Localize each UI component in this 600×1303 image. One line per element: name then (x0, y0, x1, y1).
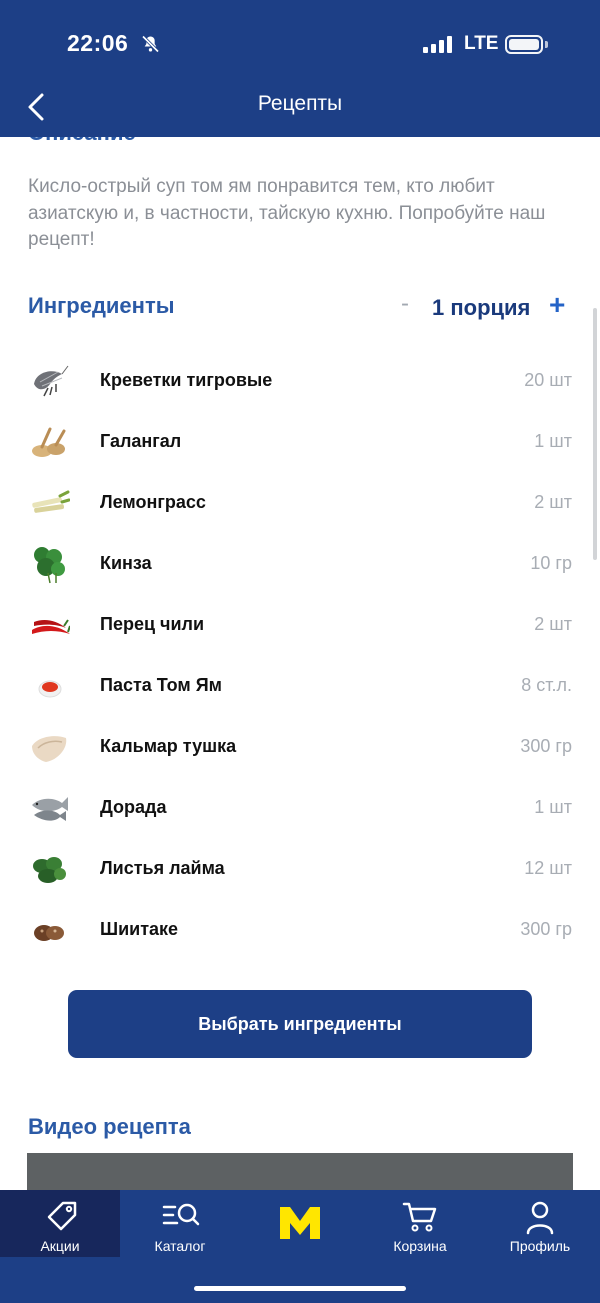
ingredient-name: Креветки тигровые (100, 370, 273, 390)
fish-icon (32, 797, 68, 821)
ingredient-name: Листья лайма (100, 858, 225, 878)
galangal-icon (32, 427, 66, 457)
ingredient-quantity: 1 шт (534, 431, 572, 451)
tab-label: Корзина (393, 1238, 447, 1254)
chili-icon (32, 619, 70, 634)
ingredient-row[interactable]: Кальмар тушка 300 гр (0, 716, 600, 777)
profile-icon (526, 1201, 554, 1235)
ingredient-name: Лемонграсс (100, 492, 206, 512)
ingredient-name: Паста Том Ям (100, 675, 222, 695)
ingredient-quantity: 300 гр (520, 919, 572, 939)
tab-catalog[interactable]: Каталог (120, 1190, 240, 1257)
battery-icon (505, 35, 543, 54)
ingredient-quantity: 12 шт (524, 858, 572, 878)
lemongrass-icon (32, 490, 70, 513)
ingredient-row[interactable]: Дорада 1 шт (0, 777, 600, 838)
ingredient-row[interactable]: Креветки тигровые 20 шт (0, 350, 600, 411)
lime-leaves-icon (33, 857, 66, 883)
scrollbar[interactable] (593, 308, 597, 560)
tab-label: Каталог (154, 1238, 206, 1254)
ingredient-name: Дорада (100, 797, 167, 817)
ingredient-row[interactable]: Лемонграсс 2 шт (0, 472, 600, 533)
squid-icon (32, 736, 67, 762)
ingredient-row[interactable]: Кинза 10 гр (0, 533, 600, 594)
ingredient-quantity: 10 гр (530, 553, 572, 573)
tab-label: Профиль (509, 1238, 571, 1254)
status-time: 22:06 (67, 30, 129, 56)
tab-profile[interactable]: Профиль (480, 1190, 600, 1257)
ingredient-quantity: 1 шт (534, 797, 572, 817)
ingredient-quantity: 300 гр (520, 736, 572, 756)
description-text: Кисло-острый суп том ям понравится тем, … (28, 176, 546, 250)
ingredient-quantity: 8 ст.л. (521, 675, 572, 695)
video-recipe-heading: Видео рецепта (28, 1114, 191, 1139)
ingredient-quantity: 2 шт (534, 614, 572, 634)
ingredient-row[interactable]: Галангал 1 шт (0, 411, 600, 472)
ingredient-name: Перец чили (100, 614, 205, 634)
ingredient-name: Кальмар тушка (100, 736, 237, 756)
battery-tip (545, 41, 548, 48)
home-indicator[interactable] (194, 1286, 406, 1291)
tab-label: Акции (40, 1238, 80, 1254)
cart-icon (402, 1202, 437, 1232)
ingredient-name: Шиитаке (100, 919, 179, 939)
ingredient-row[interactable]: Шиитаке 300 гр (0, 899, 600, 960)
recipe-content[interactable]: Описание Кисло-острый суп том ям понрави… (0, 137, 600, 1190)
ingredient-name: Галангал (100, 431, 182, 451)
shrimp-icon (34, 365, 69, 397)
video-player[interactable] (27, 1153, 573, 1190)
page-title: Рецепты (257, 92, 343, 115)
mushroom-icon (34, 925, 64, 941)
description-heading: Описание (28, 137, 136, 146)
portion-increase-button[interactable]: + (549, 289, 565, 321)
app-header: 22:06 LTE Рецепты (0, 0, 600, 137)
catalog-search-icon (162, 1203, 200, 1226)
paste-icon (38, 680, 62, 698)
portion-decrease-button[interactable]: - (401, 290, 409, 318)
tag-icon (47, 1201, 77, 1231)
ingredient-row[interactable]: Паста Том Ям 8 ст.л. (0, 655, 600, 716)
ingredient-quantity: 2 шт (534, 492, 572, 512)
cilantro-icon (34, 547, 65, 584)
ingredient-quantity: 20 шт (524, 370, 572, 390)
select-ingredients-button[interactable]: Выбрать ингредиенты (68, 990, 532, 1058)
tab-cart[interactable]: Корзина (360, 1190, 480, 1257)
ingredient-name: Кинза (100, 553, 152, 573)
tab-home-logo[interactable] (240, 1190, 360, 1257)
bell-off-icon (141, 35, 160, 53)
portion-count: 1 порция (432, 295, 531, 320)
metro-logo-icon (280, 1207, 320, 1239)
signal-icon (423, 36, 452, 53)
network-type: LTE (464, 33, 499, 54)
tab-promotions[interactable]: Акции (0, 1190, 120, 1257)
ingredients-heading: Ингредиенты (28, 293, 175, 318)
ingredient-row[interactable]: Листья лайма 12 шт (0, 838, 600, 899)
ingredient-row[interactable]: Перец чили 2 шт (0, 594, 600, 655)
